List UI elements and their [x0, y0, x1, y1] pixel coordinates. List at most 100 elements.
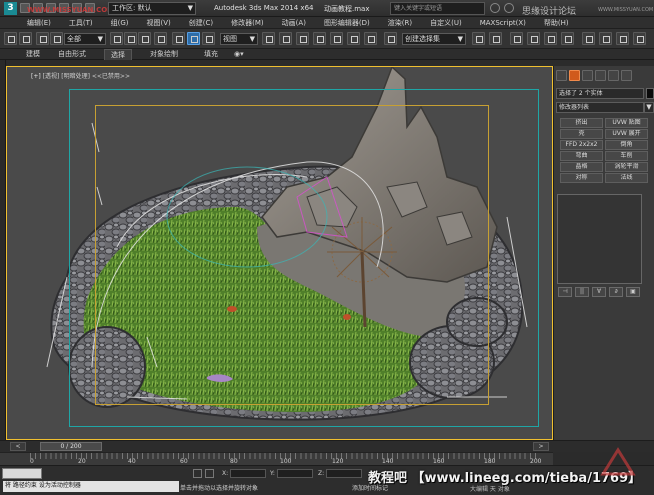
menu-rendering[interactable]: 渲染(R) — [379, 17, 421, 28]
configure-sets-icon[interactable]: ▣ — [626, 287, 640, 297]
modifier-button[interactable]: 车削 — [605, 151, 648, 161]
object-color-swatch[interactable] — [646, 88, 654, 99]
track-bar[interactable]: 0 20 40 60 80 100 120 140 160 180 200 — [0, 452, 553, 465]
redo-button[interactable] — [19, 32, 32, 45]
keyboard-shortcut-icon[interactable] — [296, 32, 309, 45]
maxscript-listener[interactable] — [2, 468, 42, 479]
menu-modifiers[interactable]: 修改器(M) — [222, 17, 273, 28]
menu-maxscript[interactable]: MAXScript(X) — [471, 17, 535, 28]
schematic-view-icon[interactable] — [561, 32, 574, 45]
percent-snap-icon[interactable] — [347, 32, 360, 45]
angle-snap-icon[interactable] — [330, 32, 343, 45]
viewport-menu-plus[interactable]: [+] — [31, 73, 41, 80]
modifier-button[interactable]: 对称 — [560, 173, 603, 183]
curve-editor-icon[interactable] — [544, 32, 557, 45]
show-end-result-icon[interactable]: || — [575, 287, 589, 297]
modifier-button[interactable]: 晶格 — [560, 162, 603, 172]
modifier-button[interactable]: 挤出 — [560, 118, 603, 128]
modifier-button[interactable]: 弯曲 — [560, 151, 603, 161]
modifier-button[interactable]: UVW 展开 — [605, 129, 648, 139]
unlink-icon[interactable] — [50, 32, 63, 45]
time-slider[interactable]: 0 / 200 — [40, 442, 102, 451]
modify-tab-icon[interactable] — [569, 70, 580, 81]
render-setup-icon[interactable] — [599, 32, 612, 45]
utilities-tab-icon[interactable] — [621, 70, 632, 81]
reference-coordinate-dropdown[interactable]: 视图 ▼ — [220, 33, 258, 45]
selection-filter-dropdown[interactable]: 全部 ▼ — [64, 33, 106, 45]
remove-modifier-icon[interactable]: ∂ — [609, 287, 623, 297]
modifier-button[interactable]: 法线 — [605, 173, 648, 183]
menu-views[interactable]: 视图(V) — [138, 17, 180, 28]
manipulate-icon[interactable] — [279, 32, 292, 45]
star-icon[interactable] — [504, 3, 514, 13]
tab-populate[interactable]: 填充 — [198, 49, 224, 60]
window-crossing-icon[interactable] — [154, 32, 167, 45]
graphite-toggle-icon[interactable] — [527, 32, 540, 45]
modifier-button[interactable]: 涡轮平滑 — [605, 162, 648, 172]
workspace-selector[interactable]: 工作区: 默认 ▼ — [108, 2, 196, 15]
link-icon[interactable] — [36, 32, 49, 45]
viewport-label[interactable]: [+] [透视] [明暗处理] <<已禁用>> — [31, 71, 130, 80]
search-input[interactable]: 键入关键字或短语 — [390, 2, 485, 15]
viewport-extra-label[interactable]: <<已禁用>> — [92, 73, 130, 80]
menu-customize[interactable]: 自定义(U) — [421, 17, 471, 28]
move-icon[interactable] — [172, 32, 185, 45]
chevron-down-icon[interactable]: ▼ — [644, 102, 654, 113]
app-logo[interactable]: 3 — [4, 2, 17, 15]
time-slider-prev-button[interactable]: < — [10, 442, 26, 451]
hierarchy-tab-icon[interactable] — [582, 70, 593, 81]
display-tab-icon[interactable] — [608, 70, 619, 81]
perspective-viewport[interactable]: [+] [透视] [明暗处理] <<已禁用>> — [6, 66, 553, 440]
render-teapot-icon[interactable] — [633, 32, 646, 45]
rotate-icon[interactable] — [187, 32, 200, 45]
ribbon-options-icon[interactable]: ◉▾ — [228, 49, 250, 60]
pivot-center-icon[interactable] — [262, 32, 275, 45]
select-by-name-icon[interactable] — [124, 32, 137, 45]
align-icon[interactable] — [489, 32, 502, 45]
named-selection-dropdown[interactable]: 创建选择集 ▼ — [402, 33, 466, 45]
modifier-button[interactable]: FFD 2x2x2 — [560, 140, 603, 150]
time-slider-next-button[interactable]: > — [533, 442, 549, 451]
modifier-button[interactable]: UVW 贴图 — [605, 118, 648, 128]
lock-selection-icon[interactable] — [193, 469, 202, 478]
coord-z-field[interactable] — [326, 469, 363, 478]
viewport-shading-label[interactable]: [明暗处理] — [61, 73, 90, 80]
motion-tab-icon[interactable] — [595, 70, 606, 81]
edit-named-selection-icon[interactable] — [384, 32, 397, 45]
menu-help[interactable]: 帮助(H) — [535, 17, 578, 28]
menu-animation[interactable]: 动画(A) — [273, 17, 315, 28]
menu-graph-editors[interactable]: 图形编辑器(D) — [315, 17, 379, 28]
pin-stack-icon[interactable]: ⊣ — [558, 287, 572, 297]
undo-button[interactable] — [4, 32, 17, 45]
modifier-stack[interactable] — [557, 194, 642, 284]
mirror-icon[interactable] — [472, 32, 485, 45]
modifier-button[interactable]: 倒角 — [605, 140, 648, 150]
modifier-button[interactable]: 壳 — [560, 129, 603, 139]
create-tab-icon[interactable] — [556, 70, 567, 81]
make-unique-icon[interactable]: ∀ — [592, 287, 606, 297]
modifier-list-dropdown[interactable]: 修改器列表 — [556, 102, 644, 113]
coord-y-field[interactable] — [276, 469, 313, 478]
menu-edit[interactable]: 编辑(E) — [18, 17, 60, 28]
rendered-frame-icon[interactable] — [616, 32, 629, 45]
tab-freeform[interactable]: 自由形式 — [52, 49, 92, 60]
window-title: Autodesk 3ds Max 2014 x64 — [214, 4, 314, 12]
snaps-toggle-icon[interactable] — [313, 32, 326, 45]
select-object-icon[interactable] — [110, 32, 123, 45]
search-icon[interactable] — [490, 3, 500, 13]
menu-group[interactable]: 组(G) — [102, 17, 138, 28]
scale-icon[interactable] — [202, 32, 215, 45]
menu-create[interactable]: 创建(C) — [180, 17, 222, 28]
object-name-field[interactable]: 选择了 2 个实体 — [556, 88, 644, 99]
tab-modeling[interactable]: 建模 — [20, 49, 46, 60]
spinner-snap-icon[interactable] — [364, 32, 377, 45]
material-editor-icon[interactable] — [582, 32, 595, 45]
tab-selection[interactable]: 选择 — [104, 49, 132, 60]
layer-manager-icon[interactable] — [510, 32, 523, 45]
viewport-pov-label[interactable]: [透视] — [43, 73, 60, 80]
coord-x-field[interactable] — [230, 469, 267, 478]
tab-object-paint[interactable]: 对象绘制 — [144, 49, 184, 60]
rect-region-icon[interactable] — [138, 32, 151, 45]
menu-tools[interactable]: 工具(T) — [60, 17, 102, 28]
absolute-mode-icon[interactable] — [205, 469, 214, 478]
